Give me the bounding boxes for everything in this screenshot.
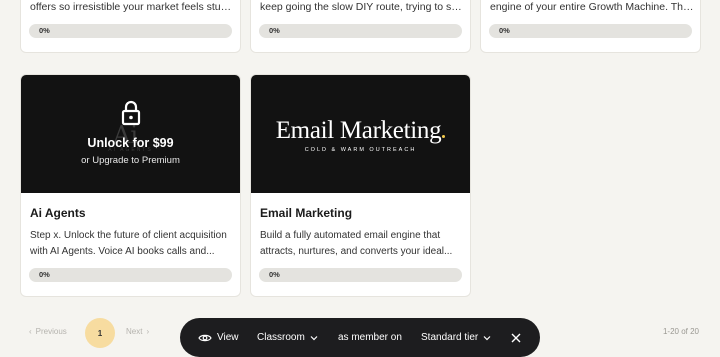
course-description: Build a fully automated email engine tha… — [260, 230, 453, 257]
classroom-dropdown[interactable]: Classroom — [257, 318, 318, 357]
course-description: engine of your entire Growth Machine. Th… — [490, 1, 694, 13]
results-count: 1-20 of 20 — [662, 327, 699, 336]
progress-label: 0% — [269, 270, 280, 279]
view-button[interactable]: View — [198, 318, 239, 357]
course-logo-subtitle: COLD & WARM OUTREACH — [304, 147, 417, 153]
progress-bar: 0% — [259, 268, 462, 282]
view-label: View — [217, 332, 239, 343]
close-button[interactable] — [511, 318, 521, 357]
member-text: as member on — [338, 332, 402, 343]
progress-label: 0% — [39, 270, 50, 279]
course-description: keep going the slow DIY route, trying to… — [260, 1, 464, 13]
progress-label: 0% — [269, 26, 280, 35]
course-logo-text: Email Marketing — [275, 117, 442, 144]
page-1-button[interactable]: 1 — [85, 318, 115, 348]
progress-bar: 0% — [29, 268, 232, 282]
course-thumbnail[interactable]: Email Marketing COLD & WARM OUTREACH — [251, 75, 470, 193]
progress-label: 0% — [499, 26, 510, 35]
course-card[interactable]: offers so irresistible your market feels… — [20, 0, 241, 53]
upgrade-text: or Upgrade to Premium — [81, 155, 180, 166]
chevron-down-icon — [483, 335, 491, 340]
previous-page-button[interactable]: ‹ Previous — [29, 327, 67, 336]
chevron-right-icon: › — [146, 327, 150, 336]
course-description: Step x. Unlock the future of client acqu… — [30, 230, 227, 257]
next-page-button[interactable]: Next › — [126, 327, 149, 336]
preview-toolbar: View Classroom as member on Standard tie… — [180, 318, 540, 357]
chevron-down-icon — [310, 335, 318, 340]
course-logo: Email Marketing — [251, 117, 470, 145]
course-thumbnail[interactable]: Ai AI AGENTS Unlock for $99 or Upgrade t… — [21, 75, 240, 193]
course-title: Email Marketing — [260, 206, 353, 220]
member-label: as member on — [338, 318, 402, 357]
course-card-ai-agents[interactable]: Ai AI AGENTS Unlock for $99 or Upgrade t… — [20, 74, 241, 297]
classroom-label: Classroom — [257, 332, 305, 343]
eye-icon — [198, 334, 212, 341]
progress-bar: 0% — [29, 24, 232, 38]
logo-dot — [442, 135, 446, 138]
progress-bar: 0% — [489, 24, 692, 38]
course-card-email-marketing[interactable]: Email Marketing COLD & WARM OUTREACH Ema… — [250, 74, 471, 297]
progress-bar: 0% — [259, 24, 462, 38]
previous-label: Previous — [35, 327, 67, 336]
progress-label: 0% — [39, 26, 50, 35]
tier-dropdown[interactable]: Standard tier — [421, 318, 491, 357]
course-description: offers so irresistible your market feels… — [30, 1, 234, 13]
course-title: Ai Agents — [30, 206, 86, 220]
course-card[interactable]: keep going the slow DIY route, trying to… — [250, 0, 471, 53]
next-label: Next — [126, 327, 143, 336]
course-card[interactable]: engine of your entire Growth Machine. Th… — [480, 0, 701, 53]
unlock-price: Unlock for $99 — [87, 136, 174, 150]
lock-icon — [121, 100, 141, 126]
close-icon — [511, 333, 521, 342]
chevron-left-icon: ‹ — [29, 327, 32, 336]
tier-label: Standard tier — [421, 332, 479, 343]
